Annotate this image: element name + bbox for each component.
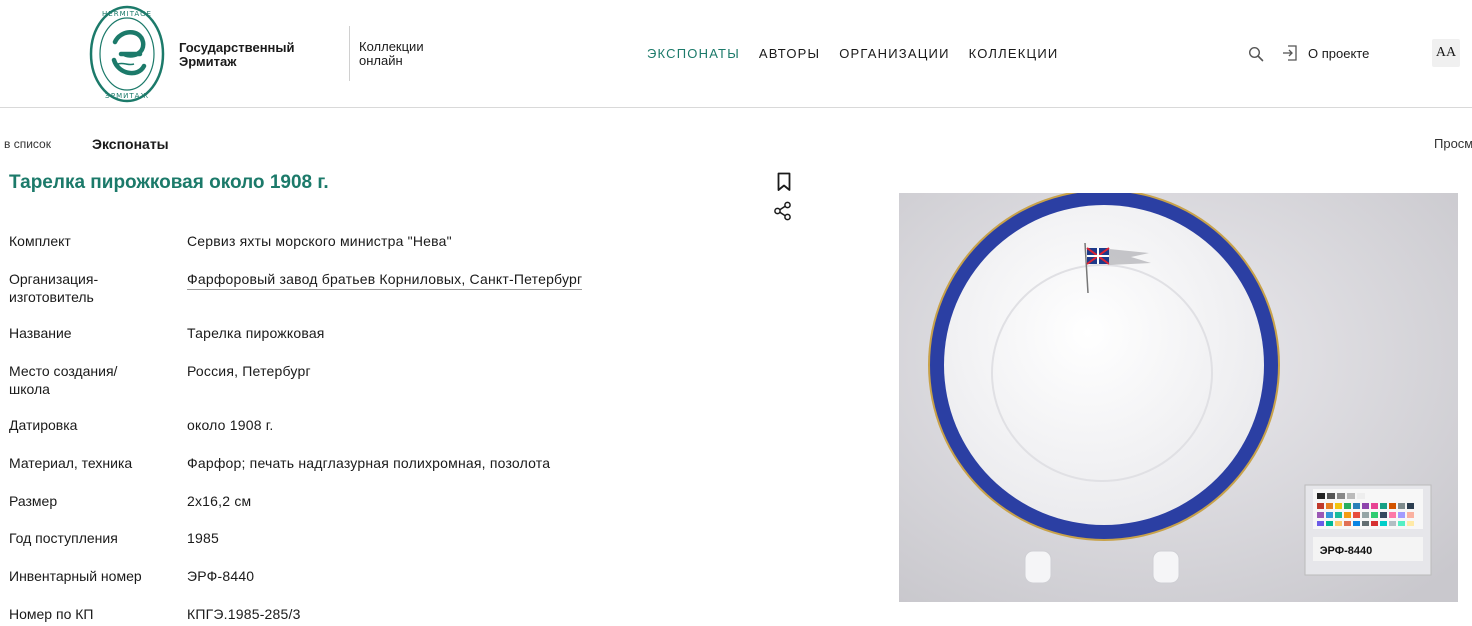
detail-label: Инвентарный номер xyxy=(9,568,142,584)
collections-line-2: онлайн xyxy=(359,53,403,68)
main-nav: ЭКСПОНАТЫ АВТОРЫ ОРГАНИЗАЦИИ КОЛЛЕКЦИИ xyxy=(647,46,1077,61)
login-icon[interactable] xyxy=(1281,44,1299,62)
header-divider xyxy=(349,26,350,81)
detail-value: 2x16,2 см xyxy=(187,493,252,509)
detail-label: Датировка xyxy=(9,417,78,433)
site-header: HERMITAGE ЭРМИТАЖ Государственный Эрмита… xyxy=(0,0,1472,108)
detail-label: Год поступления xyxy=(9,530,118,546)
nav-item-exhibits[interactable]: ЭКСПОНАТЫ xyxy=(647,46,740,61)
breadcrumb-current: Экспонаты xyxy=(92,136,169,152)
detail-value: Сервиз яхты морского министра "Нева" xyxy=(187,233,452,249)
brand-name[interactable]: Государственный Эрмитаж xyxy=(179,41,295,69)
view-link[interactable]: Просм xyxy=(1434,136,1472,151)
detail-label: Название xyxy=(9,325,72,341)
detail-value: Фарфор; печать надглазурная полихромная,… xyxy=(187,455,551,471)
hermitage-logo[interactable]: HERMITAGE ЭРМИТАЖ xyxy=(88,4,166,104)
brand-line-1: Государственный xyxy=(179,40,295,55)
manufacturer-link[interactable]: Фарфоровый завод братьев Корниловых, Сан… xyxy=(187,270,583,290)
detail-value: ЭРФ-8440 xyxy=(187,568,255,584)
collections-online-link[interactable]: Коллекции онлайн xyxy=(359,40,424,68)
detail-label: Комплект xyxy=(9,233,71,249)
detail-value: Россия, Петербург xyxy=(187,363,311,379)
detail-label: Материал, техника xyxy=(9,455,133,471)
about-project-link[interactable]: О проекте xyxy=(1308,46,1369,61)
brand-line-2: Эрмитаж xyxy=(179,54,237,69)
logo-text-bottom: ЭРМИТАЖ xyxy=(105,92,149,100)
detail-value: Тарелка пирожковая xyxy=(187,325,325,341)
detail-value: около 1908 г. xyxy=(187,417,274,433)
font-size-button[interactable]: AA xyxy=(1432,39,1460,67)
nav-item-organizations[interactable]: ОРГАНИЗАЦИИ xyxy=(839,46,949,61)
exhibit-photo[interactable]: ЭРФ-8440 xyxy=(899,193,1458,602)
share-icon[interactable] xyxy=(773,201,793,221)
page-title: Тарелка пирожковая около 1908 г. xyxy=(9,172,329,193)
search-icon[interactable] xyxy=(1248,46,1264,62)
detail-label: Размер xyxy=(9,493,58,509)
detail-label: Номер по КП xyxy=(9,606,94,622)
inventory-tag-label: ЭРФ-8440 xyxy=(1320,545,1373,557)
detail-label: Место создания/ школа xyxy=(9,363,118,397)
logo-text-top: HERMITAGE xyxy=(102,10,152,18)
nav-item-collections[interactable]: КОЛЛЕКЦИИ xyxy=(969,46,1059,61)
bookmark-icon[interactable] xyxy=(776,172,792,192)
back-to-list-link[interactable]: в список xyxy=(4,137,51,151)
collections-line-1: Коллекции xyxy=(359,39,424,54)
detail-value: 1985 xyxy=(187,530,219,546)
detail-label: Организация-изготовитель xyxy=(9,271,99,305)
detail-value: КПГЭ.1985-285/3 xyxy=(187,606,301,622)
nav-item-authors[interactable]: АВТОРЫ xyxy=(759,46,820,61)
